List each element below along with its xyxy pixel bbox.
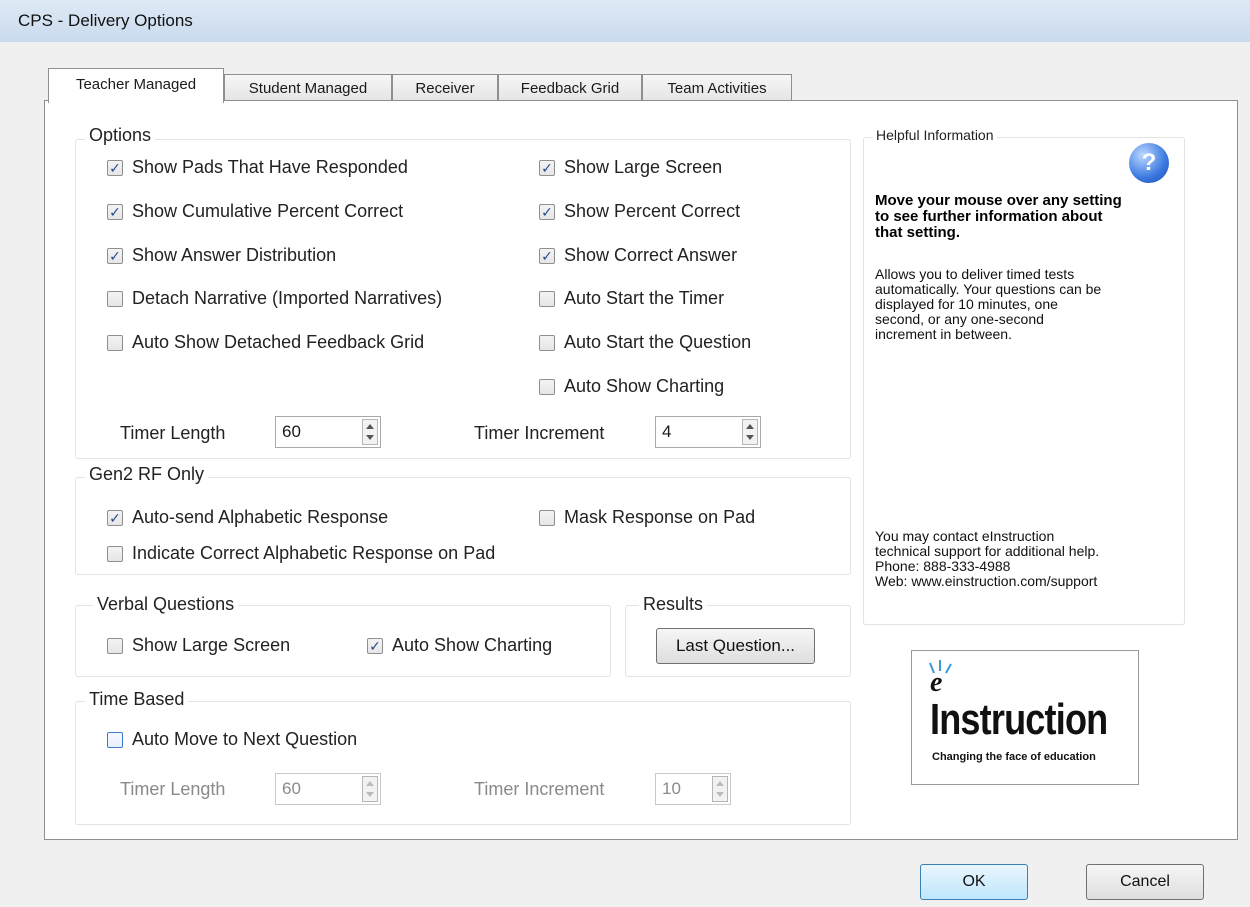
contact-line: Phone: 888-333-4988 — [875, 558, 1011, 574]
checkbox-box[interactable] — [539, 509, 555, 526]
contact-line: technical support for additional help. — [875, 543, 1100, 559]
checkbox-box[interactable]: ✓ — [539, 247, 555, 264]
timer-increment-label: Timer Increment — [474, 423, 605, 443]
checkbox-verbal-auto-charting[interactable]: ✓ Auto Show Charting — [367, 635, 552, 656]
spin-buttons-icon[interactable] — [362, 776, 378, 802]
question-icon: ? — [1129, 143, 1169, 183]
checkbox-label: Show Answer Distribution — [132, 245, 337, 265]
headline-line: that setting. — [875, 224, 960, 241]
checkbox-label: Mask Response on Pad — [564, 507, 756, 527]
description-line: increment in between. — [875, 326, 1012, 342]
spin-buttons-icon[interactable] — [362, 419, 378, 445]
checkbox-label: Show Pads That Have Responded — [132, 157, 408, 177]
time-based-group — [75, 701, 851, 825]
description-line: second, or any one-second — [875, 311, 1044, 327]
checkbox-box[interactable]: ✓ — [367, 637, 383, 654]
einstruction-logo: e Instruction Changing the face of educa… — [911, 650, 1139, 785]
headline-line: to see further information about — [875, 208, 1103, 225]
window-title: CPS - Delivery Options — [0, 0, 1250, 42]
checkbox-label: Auto Start the Question — [564, 332, 752, 352]
time-based-timer-length-label: Timer Length — [120, 779, 226, 799]
checkbox-box[interactable]: ✓ — [539, 203, 555, 220]
checkbox-show-cumulative-percent[interactable]: ✓ Show Cumulative Percent Correct — [107, 201, 403, 222]
helpful-info-title: Helpful Information — [873, 127, 997, 143]
results-title: Results — [639, 594, 708, 615]
description-line: displayed for 10 minutes, one — [875, 296, 1058, 312]
description-line: Allows you to deliver timed tests — [875, 266, 1075, 282]
checkbox-auto-move-next[interactable]: Auto Move to Next Question — [107, 729, 357, 750]
checkbox-box[interactable] — [539, 334, 555, 351]
checkbox-label: Detach Narrative (Imported Narratives) — [132, 288, 443, 308]
headline-line: Move your mouse over any setting — [875, 192, 1122, 209]
helpful-info-contact: You may contact eInstruction technical s… — [875, 529, 1099, 589]
last-question-button[interactable]: Last Question... — [656, 628, 815, 664]
description-line: automatically. Your questions can be — [875, 281, 1102, 297]
checkbox-label: Show Large Screen — [564, 157, 723, 177]
checkbox-indicate-correct-alphabetic[interactable]: Indicate Correct Alphabetic Response on … — [107, 543, 495, 564]
checkbox-box[interactable] — [539, 290, 555, 307]
checkbox-box[interactable] — [107, 545, 123, 562]
checkbox-verbal-large-screen[interactable]: Show Large Screen — [107, 635, 290, 656]
timer-length-spinner[interactable]: 60 — [275, 416, 381, 448]
timer-increment-value: 4 — [662, 422, 672, 441]
helpful-info-description: Allows you to deliver timed tests automa… — [875, 267, 1101, 342]
contact-line: You may contact eInstruction — [875, 528, 1055, 544]
timer-length-value: 60 — [282, 422, 301, 441]
spin-buttons-icon[interactable] — [712, 776, 728, 802]
checkbox-label: Show Percent Correct — [564, 201, 741, 221]
checkbox-auto-send-alphabetic[interactable]: ✓ Auto-send Alphabetic Response — [107, 507, 388, 528]
logo-wordmark: Instruction — [930, 695, 1108, 744]
contact-line: Web: www.einstruction.com/support — [875, 573, 1098, 589]
checkbox-box[interactable]: ✓ — [539, 159, 555, 176]
time-based-title: Time Based — [85, 689, 189, 710]
checkbox-box[interactable] — [107, 731, 123, 748]
checkbox-show-correct-answer[interactable]: ✓ Show Correct Answer — [539, 245, 737, 266]
helpful-info-headline: Move your mouse over any setting to see … — [875, 193, 1122, 241]
gen2-group-title: Gen2 RF Only — [85, 464, 209, 485]
tab-teacher-managed[interactable]: Teacher Managed — [48, 68, 224, 103]
logo-tagline: Changing the face of education — [932, 751, 1096, 763]
checkbox-auto-show-feedback-grid[interactable]: Auto Show Detached Feedback Grid — [107, 332, 424, 353]
checkbox-box[interactable]: ✓ — [107, 509, 123, 526]
checkbox-label: Auto Show Detached Feedback Grid — [132, 332, 425, 352]
time-based-timer-increment-spinner[interactable]: 10 — [655, 773, 731, 805]
timer-length-label: Timer Length — [120, 423, 226, 443]
checkbox-box[interactable] — [107, 334, 123, 351]
checkbox-label: Auto Start the Timer — [564, 288, 725, 308]
checkbox-mask-response[interactable]: Mask Response on Pad — [539, 507, 755, 528]
checkbox-label: Show Large Screen — [132, 635, 291, 655]
checkbox-label: Auto-send Alphabetic Response — [132, 507, 389, 527]
checkbox-box[interactable]: ✓ — [107, 203, 123, 220]
checkbox-box[interactable] — [107, 290, 123, 307]
time-based-timer-increment-label: Timer Increment — [474, 779, 605, 799]
checkbox-box[interactable]: ✓ — [107, 247, 123, 264]
spin-buttons-icon[interactable] — [742, 419, 758, 445]
timer-increment-spinner[interactable]: 4 — [655, 416, 761, 448]
checkbox-detach-narrative[interactable]: Detach Narrative (Imported Narratives) — [107, 288, 442, 309]
checkbox-label: Show Correct Answer — [564, 245, 738, 265]
checkbox-label: Indicate Correct Alphabetic Response on … — [132, 543, 496, 563]
time-based-timer-length-spinner[interactable]: 60 — [275, 773, 381, 805]
checkbox-show-pads-responded[interactable]: ✓ Show Pads That Have Responded — [107, 157, 408, 178]
checkbox-label: Auto Show Charting — [392, 635, 553, 655]
checkbox-box[interactable] — [107, 637, 123, 654]
verbal-questions-title: Verbal Questions — [93, 594, 239, 615]
checkbox-auto-start-question[interactable]: Auto Start the Question — [539, 332, 751, 353]
ok-button[interactable]: OK — [920, 864, 1028, 900]
cancel-button[interactable]: Cancel — [1086, 864, 1204, 900]
checkbox-label: Show Cumulative Percent Correct — [132, 201, 404, 221]
time-based-timer-length-value: 60 — [282, 779, 301, 798]
checkbox-box[interactable]: ✓ — [107, 159, 123, 176]
checkbox-show-large-screen[interactable]: ✓ Show Large Screen — [539, 157, 722, 178]
time-based-timer-increment-value: 10 — [662, 779, 681, 798]
checkbox-label: Auto Move to Next Question — [132, 729, 358, 749]
checkbox-auto-show-charting[interactable]: Auto Show Charting — [539, 376, 724, 397]
checkbox-show-percent-correct[interactable]: ✓ Show Percent Correct — [539, 201, 740, 222]
options-group-title: Options — [85, 125, 156, 146]
checkbox-show-answer-distribution[interactable]: ✓ Show Answer Distribution — [107, 245, 336, 266]
checkbox-auto-start-timer[interactable]: Auto Start the Timer — [539, 288, 724, 309]
checkbox-box[interactable] — [539, 378, 555, 395]
checkbox-label: Auto Show Charting — [564, 376, 725, 396]
